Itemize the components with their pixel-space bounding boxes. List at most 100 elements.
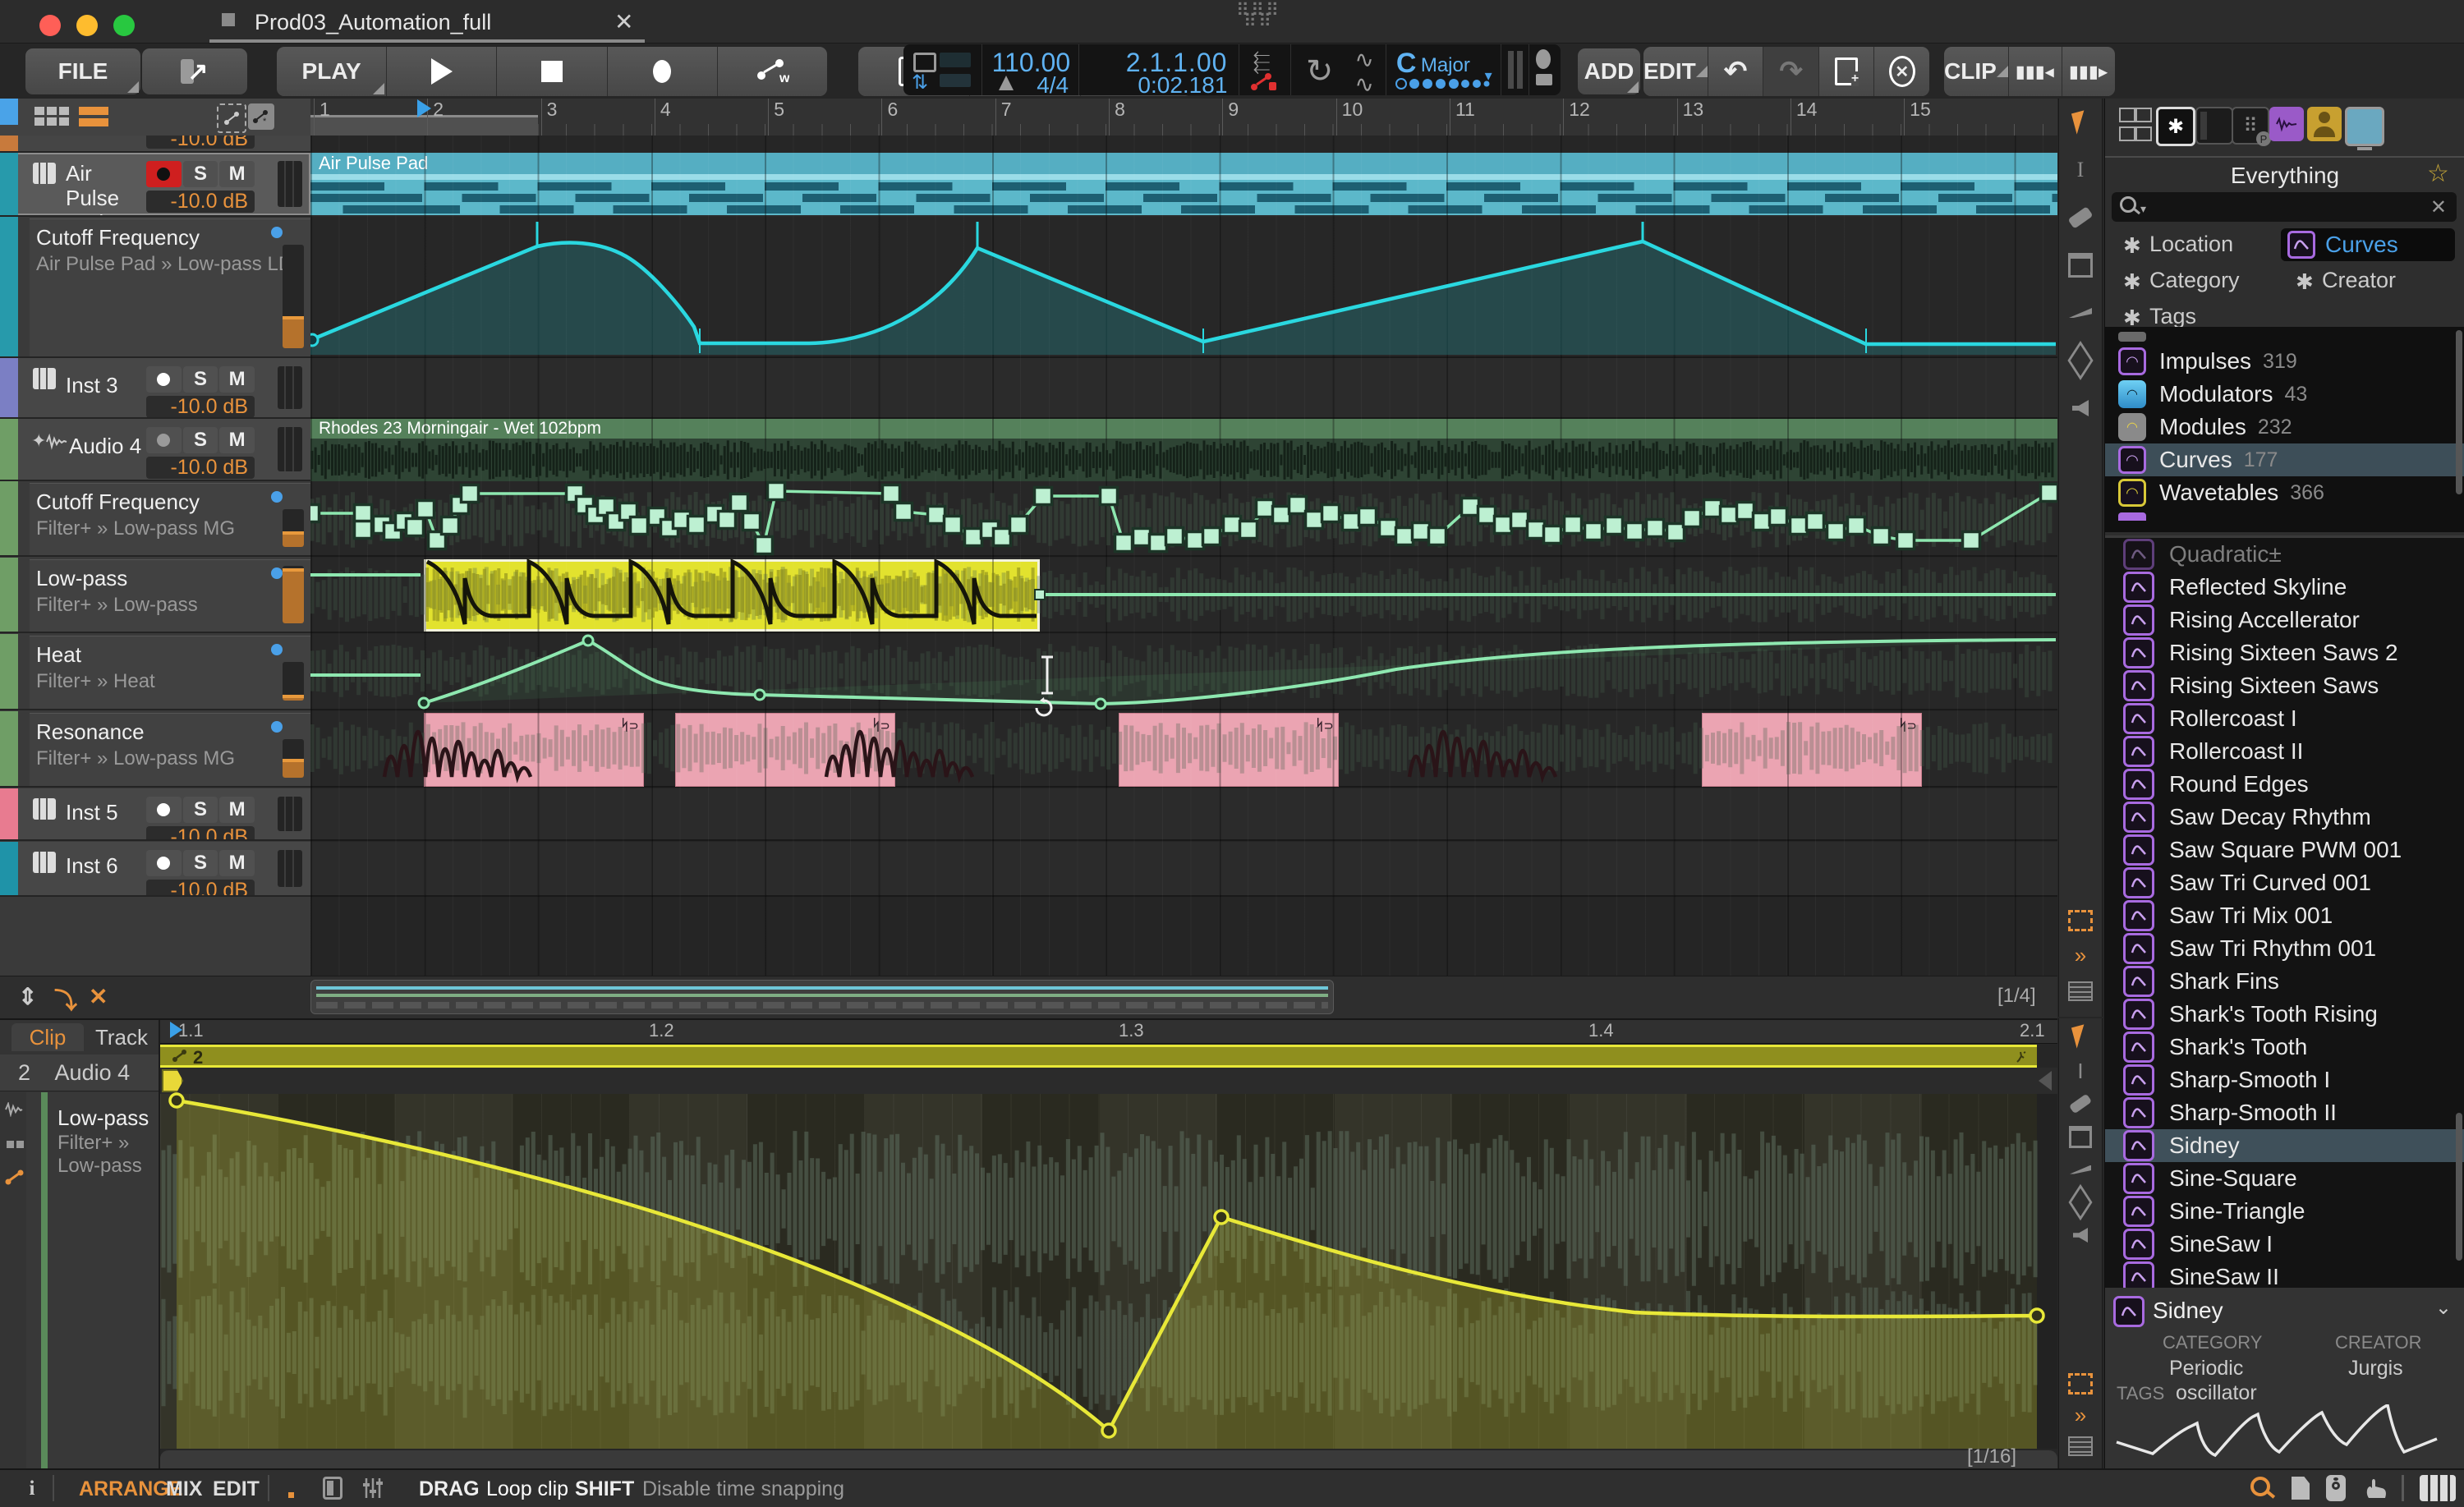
record-arm-button[interactable] — [146, 850, 182, 876]
filter-category[interactable]: Category — [2149, 268, 2240, 293]
result-row[interactable]: SineSaw II — [2105, 1261, 2464, 1290]
clip-reference[interactable]: 2 Audio 4 — [0, 1054, 159, 1091]
lane-fader[interactable] — [283, 739, 304, 778]
mixer-view-icon[interactable] — [2059, 967, 2102, 1015]
result-row[interactable]: SineSaw I — [2105, 1228, 2464, 1261]
metronome-icon[interactable] — [999, 76, 1014, 90]
clear-search-icon[interactable]: ✕ — [2430, 195, 2447, 219]
automation-active-dot[interactable] — [271, 567, 283, 579]
knife-tool[interactable] — [2059, 289, 2102, 337]
clip-air-pulse-pad-body[interactable] — [310, 174, 2057, 215]
automation-editor[interactable]: 1.1 1.2 1.3 1.4 2.1 2 — [160, 1020, 2057, 1470]
arranger-area[interactable]: Air Pulse Pad Rhodes 23 Morningair - Wet… — [310, 136, 2057, 976]
arranger-ruler[interactable]: 12345678910111213141516 — [310, 99, 2057, 136]
clip-end-handle[interactable] — [2039, 1071, 2052, 1091]
export-button[interactable]: ↗ — [141, 48, 248, 95]
project-tab[interactable]: Prod03_Automation_full ✕ — [205, 0, 649, 41]
time-signature[interactable]: 4/4 — [1037, 72, 1069, 99]
track-name[interactable]: Air Pulse Pad — [66, 161, 145, 217]
close-lanes-icon[interactable]: ✕ — [89, 983, 108, 1010]
file-button[interactable]: FILE — [25, 48, 141, 95]
browser-search-input[interactable]: ▾ ✕ — [2112, 192, 2457, 222]
lane-fader[interactable] — [283, 566, 304, 623]
add-button[interactable]: ADD — [1577, 48, 1641, 95]
loop-icon[interactable]: ↻ — [1306, 53, 1334, 90]
view-mix[interactable]: MIX — [166, 1477, 202, 1501]
result-row[interactable]: Saw Tri Rhythm 001 — [2105, 932, 2464, 965]
automation-active-dot[interactable] — [271, 227, 283, 238]
knife-tool[interactable] — [2059, 1153, 2102, 1186]
result-row[interactable]: Rollercoast II — [2105, 735, 2464, 768]
loop-start-flag[interactable] — [162, 1069, 183, 1092]
result-row[interactable]: Saw Decay Rhythm — [2105, 801, 2464, 834]
position-block[interactable]: 2.1.1.00 0:02.181 — [1079, 44, 1239, 95]
clip-resonance-1[interactable]: ᛋ⊃ — [424, 713, 644, 787]
track-volume[interactable]: -10.0 dB — [146, 396, 255, 418]
close-window-icon[interactable] — [39, 15, 61, 36]
minimize-window-icon[interactable] — [76, 15, 98, 36]
automation-mode-icon[interactable] — [5, 1169, 25, 1190]
result-row[interactable]: Saw Tri Mix 001 — [2105, 899, 2464, 932]
editor-canvas[interactable] — [160, 1094, 2037, 1449]
audition-tool[interactable] — [2059, 384, 2102, 432]
record-arm-button[interactable] — [146, 161, 182, 187]
track-volume[interactable]: -10.0 dB — [146, 826, 255, 841]
curve-tool[interactable] — [2059, 337, 2102, 384]
result-row[interactable]: Reflected Skyline — [2105, 571, 2464, 604]
mixer-icon[interactable] — [361, 1477, 384, 1505]
view-edit[interactable]: EDIT — [213, 1477, 260, 1501]
pointer-tool[interactable] — [2059, 1018, 2102, 1054]
scroll-playhead-left-button[interactable]: ▮▮▮◂ — [2009, 47, 2062, 96]
clip-resonance-4[interactable]: ᛋ⊃ — [1702, 713, 1922, 787]
automation-lane-lowpass[interactable]: Low-pass Filter+ » Low-pass — [0, 558, 310, 633]
track-name[interactable]: Inst 5 — [66, 800, 145, 825]
dots-icon[interactable] — [288, 1480, 300, 1507]
editor-marker-row[interactable] — [160, 1068, 2057, 1095]
track-row-inst6[interactable]: Inst 6 SM -10.0 dB — [0, 842, 310, 897]
tab-clip[interactable]: Clip — [11, 1023, 84, 1051]
solo-button[interactable]: S — [183, 161, 218, 187]
grid-view-icon[interactable] — [34, 107, 69, 126]
solo-button[interactable]: S — [183, 427, 218, 453]
waveform-source-icon[interactable] — [2269, 107, 2304, 141]
clip-resonance-3[interactable]: ᛋ⊃ — [1119, 713, 1339, 787]
editor-clip-bar[interactable]: 2 — [160, 1045, 2037, 1068]
automation-star-icon[interactable]: * — [248, 103, 274, 130]
automation-select-icon[interactable] — [217, 103, 246, 133]
panel-icon[interactable] — [323, 1477, 342, 1500]
solo-button[interactable]: S — [183, 366, 218, 393]
wave-mode-icon[interactable] — [5, 1102, 23, 1121]
filter-location-value[interactable]: Curves — [2281, 228, 2455, 261]
pointer-tool[interactable] — [2059, 99, 2102, 146]
pattern-source-icon[interactable]: ⠿P — [2232, 107, 2269, 145]
zoom-search-icon[interactable] — [2250, 1477, 2275, 1502]
category-value[interactable]: Periodic — [2169, 1357, 2243, 1381]
clip-rhodes[interactable]: Rhodes 23 Morningair - Wet 102bpm — [310, 419, 2057, 439]
overdub-block[interactable] — [1529, 44, 1561, 95]
file-icon[interactable] — [2292, 1477, 2310, 1500]
eraser-tool[interactable] — [2059, 194, 2102, 241]
everything-source-icon[interactable]: ✱ — [2156, 107, 2195, 146]
record-button[interactable] — [608, 47, 718, 96]
display-source-icon[interactable] — [2345, 107, 2384, 146]
scroll-playhead-right-button[interactable]: ▮▮▮▸ — [2062, 47, 2115, 96]
track-row-audio4[interactable]: ✦ Audio 4 SM -10.0 dB — [0, 419, 310, 481]
curve-tool[interactable] — [2059, 1186, 2102, 1219]
category-row[interactable]: ◠ Curves 177 — [2105, 443, 2464, 476]
lane-fader[interactable] — [283, 662, 304, 701]
track-row-inst5[interactable]: Inst 5 SM -10.0 dB — [0, 788, 310, 841]
punch-block[interactable]: ⬱ — [1239, 44, 1290, 95]
fade-curve2-icon[interactable]: ∿ — [1354, 71, 1373, 98]
clip-lowpass-selected[interactable] — [424, 559, 1040, 632]
delete-button[interactable]: ✕ — [1874, 47, 1929, 96]
editor-ruler[interactable]: 1.1 1.2 1.3 1.4 2.1 — [160, 1020, 2057, 1044]
result-row[interactable]: Quadratic± — [2105, 538, 2464, 571]
track-name[interactable]: Inst 3 — [66, 373, 145, 397]
key-block[interactable]: C Major ▾ — [1386, 44, 1501, 95]
clip-resonance-2[interactable]: ᛋ⊃ — [675, 713, 895, 787]
result-row[interactable]: Shark's Tooth — [2105, 1031, 2464, 1064]
automation-write-button[interactable]: w — [718, 47, 827, 96]
speaker-icon[interactable] — [2326, 1475, 2346, 1501]
automation-lane-cutoff-air[interactable]: Cutoff Frequency Air Pulse Pad » Low-pas… — [0, 217, 310, 358]
mute-button[interactable]: M — [219, 161, 255, 187]
